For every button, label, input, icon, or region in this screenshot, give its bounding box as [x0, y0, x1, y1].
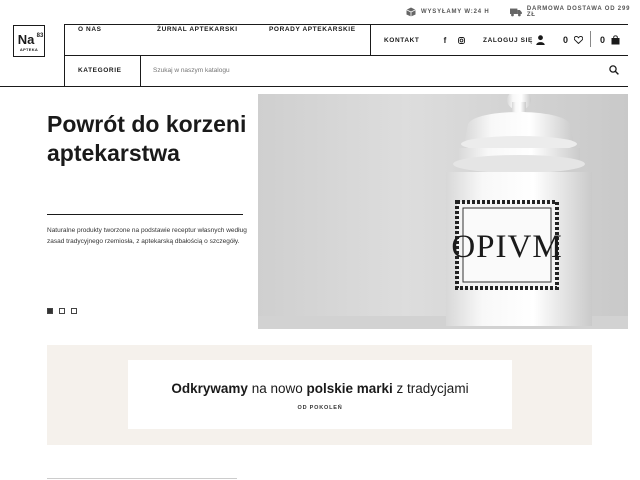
nav-bottom-border — [0, 86, 628, 87]
slider-dots — [47, 308, 77, 314]
top-info-bar: WYSYŁAMY W:24 H DARMOWA DOSTAWA OD 299 Z… — [0, 0, 640, 24]
facebook-icon[interactable]: f — [441, 35, 449, 45]
nav-item-zurnal[interactable]: ŻURNAL APTEKARSKI — [157, 26, 238, 33]
box-icon — [406, 7, 416, 17]
logo-symbol-text: Na — [17, 31, 35, 47]
slider-dot[interactable] — [59, 308, 65, 314]
instagram-icon[interactable] — [457, 36, 465, 44]
bag-icon[interactable] — [610, 34, 620, 45]
brands-heading-part: na nowo — [247, 381, 307, 396]
logo[interactable]: Na 83 APTEKA — [13, 25, 45, 57]
heart-icon[interactable] — [573, 35, 583, 45]
brands-heading-part: z tradycjami — [392, 381, 469, 396]
bottom-divider — [47, 478, 237, 479]
brands-heading-part: polskie marki — [306, 381, 393, 396]
search-icon[interactable] — [608, 64, 620, 76]
brands-heading-part: Odkrywamy — [171, 381, 248, 396]
nav-item-porady[interactable]: PORADY APTEKARSKIE — [269, 26, 356, 33]
brands-heading: Odkrywamy na nowo polskie marki z tradyc… — [128, 381, 512, 396]
slider-dot[interactable] — [71, 308, 77, 314]
logo-subtitle: APTEKA — [19, 46, 39, 52]
hero-description: Naturalne produkty tworzone na podstawie… — [47, 227, 247, 245]
categories-button[interactable]: KATEGORIE — [78, 67, 122, 74]
nav-cart-divider — [590, 31, 591, 47]
nav-top-border — [64, 24, 628, 25]
nav-item-kontakt[interactable]: KONTAKT — [384, 37, 420, 44]
nav-left-border — [64, 24, 65, 86]
logo-symbol: Na 83 — [17, 31, 44, 47]
free-delivery-label: DARMOWA DOSTAWA OD 299 ZŁ — [526, 6, 631, 18]
cart-count[interactable]: 0 — [600, 35, 605, 45]
jar-label: OPIVM — [451, 229, 562, 265]
hero-image: OPIVM — [258, 94, 628, 329]
login-link[interactable]: ZALOGUJ SIĘ — [483, 37, 533, 44]
free-delivery-info: DARMOWA DOSTAWA OD 299 ZŁ — [510, 6, 640, 18]
logo-number: 83 — [36, 32, 44, 39]
nav-categories-divider — [140, 55, 141, 86]
search-input[interactable] — [153, 65, 573, 75]
shipping-info: WYSYŁAMY W:24 H — [406, 6, 489, 18]
slider-dot[interactable] — [47, 308, 53, 314]
nav-mid-border — [64, 55, 628, 56]
nav-contact-divider — [370, 24, 371, 55]
wishlist-count[interactable]: 0 — [563, 35, 568, 45]
brands-subheading: OD POKOLEŃ — [297, 405, 343, 411]
shipping-label: WYSYŁAMY W:24 H — [421, 9, 490, 15]
truck-icon — [510, 8, 522, 16]
user-icon[interactable] — [535, 34, 545, 45]
hero-divider — [47, 214, 243, 215]
hero-title: Powrót do korzeni aptekarstwa — [47, 111, 247, 166]
nav-item-o-nas[interactable]: O NAS — [78, 26, 102, 33]
